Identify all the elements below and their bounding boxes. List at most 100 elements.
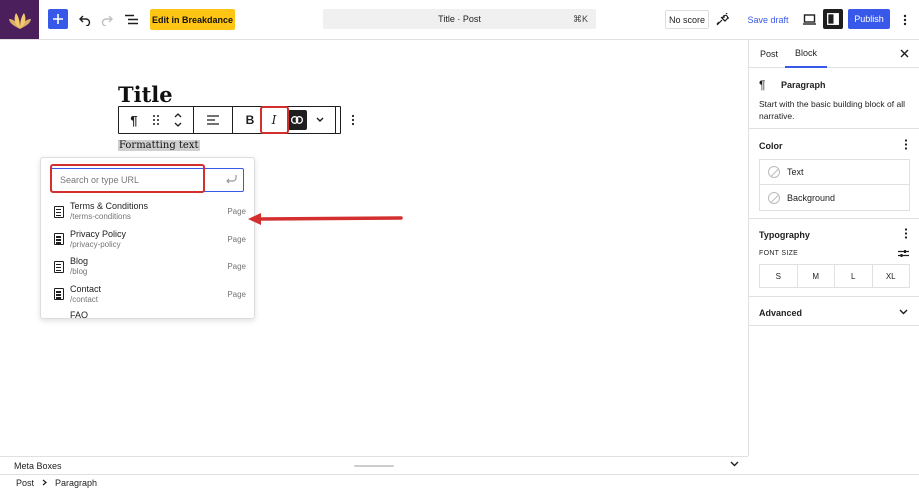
resize-handle[interactable] bbox=[354, 465, 394, 467]
seo-score-badge[interactable]: No score bbox=[665, 10, 709, 29]
block-name: Paragraph bbox=[781, 80, 826, 90]
redo-icon bbox=[101, 15, 113, 26]
link-suggestions: Terms & Conditions /terms-conditions Pag… bbox=[50, 198, 250, 318]
font-size-l[interactable]: L bbox=[835, 265, 873, 287]
options-button[interactable] bbox=[894, 9, 916, 30]
font-size-picker: S M L XL bbox=[759, 264, 910, 288]
custom-font-size-button[interactable] bbox=[898, 247, 909, 261]
page-icon bbox=[54, 288, 64, 301]
submit-link-button[interactable] bbox=[225, 174, 237, 187]
align-button[interactable] bbox=[198, 107, 228, 133]
block-options-button[interactable] bbox=[340, 107, 366, 133]
preview-button[interactable] bbox=[798, 9, 820, 30]
move-up-down-button[interactable] bbox=[167, 107, 189, 133]
suggestion-type: Page bbox=[227, 289, 246, 299]
url-input[interactable] bbox=[51, 169, 243, 191]
add-block-button[interactable] bbox=[48, 9, 68, 29]
meta-boxes-toggle[interactable] bbox=[730, 459, 739, 470]
empty-swatch-icon bbox=[768, 166, 780, 178]
link-suggestion-faq[interactable]: FAQ bbox=[50, 308, 250, 319]
breadcrumb-post[interactable]: Post bbox=[16, 478, 34, 488]
italic-button[interactable]: I bbox=[263, 107, 285, 133]
suggestion-slug: /terms-conditions bbox=[70, 212, 131, 222]
font-size-xl[interactable]: XL bbox=[873, 265, 910, 287]
block-description: Start with the basic building block of a… bbox=[759, 99, 905, 121]
post-title[interactable]: Title bbox=[118, 82, 173, 107]
document-overview-button[interactable] bbox=[120, 9, 142, 30]
editor-canvas: Title ¶ B I Formatting text Search or ty… bbox=[0, 40, 748, 456]
more-vertical-icon bbox=[904, 139, 908, 150]
undo-button[interactable] bbox=[74, 9, 96, 30]
undo-icon bbox=[79, 15, 91, 26]
suggestion-type: Page bbox=[227, 207, 246, 216]
paragraph-block-switcher[interactable]: ¶ bbox=[123, 107, 145, 133]
block-toolbar: ¶ B I bbox=[118, 106, 355, 134]
chevron-down-icon bbox=[730, 461, 739, 467]
link-suggestion-contact[interactable]: Contact /contact Page bbox=[50, 281, 250, 309]
paragraph-block[interactable]: Formatting text bbox=[118, 140, 200, 151]
tab-block[interactable]: Block bbox=[785, 40, 828, 68]
typography-panel-title: Typography bbox=[759, 230, 810, 240]
publish-button[interactable]: Publish bbox=[848, 9, 890, 29]
meta-boxes-label: Meta Boxes bbox=[14, 461, 62, 471]
block-breadcrumb: Post Paragraph bbox=[0, 474, 919, 490]
breadcrumb-paragraph[interactable]: Paragraph bbox=[55, 478, 97, 488]
advanced-panel[interactable]: Advanced bbox=[749, 296, 919, 326]
shortcut-hint: ⌘K bbox=[572, 14, 588, 24]
typography-options-button[interactable] bbox=[904, 228, 908, 242]
settings-sidebar: Post Block ¶ Paragraph Start with the ba… bbox=[748, 40, 919, 456]
color-panel: Color Text Background bbox=[749, 128, 919, 218]
redo-button[interactable] bbox=[96, 9, 118, 30]
drag-handle[interactable] bbox=[145, 107, 167, 133]
editor-header: Edit in Breakdance Title · Post ⌘K No sc… bbox=[0, 0, 919, 40]
align-left-icon bbox=[207, 115, 219, 125]
site-logo[interactable] bbox=[0, 0, 39, 39]
color-options: Text Background bbox=[759, 159, 910, 211]
color-background-option[interactable]: Background bbox=[760, 185, 909, 210]
suggestion-slug: /blog bbox=[70, 267, 88, 277]
bold-button[interactable]: B bbox=[237, 107, 263, 133]
chevron-down-icon bbox=[899, 307, 908, 318]
settings-toggle-button[interactable] bbox=[823, 9, 843, 29]
color-text-option[interactable]: Text bbox=[760, 160, 909, 185]
font-size-label: FONT SIZE bbox=[759, 250, 799, 257]
link-suggestion-privacy[interactable]: Privacy Policy /privacy-policy Page bbox=[50, 226, 250, 254]
empty-swatch-icon bbox=[768, 191, 780, 204]
suggestion-type: Page bbox=[227, 262, 246, 271]
edit-in-breakdance-button[interactable]: Edit in Breakdance bbox=[150, 9, 235, 30]
color-options-button[interactable] bbox=[904, 139, 908, 153]
settings-sliders-icon bbox=[898, 250, 909, 257]
plus-icon bbox=[53, 14, 63, 24]
font-size-m[interactable]: M bbox=[798, 265, 835, 287]
align-group bbox=[194, 107, 233, 133]
command-palette-button[interactable]: Title · Post ⌘K bbox=[323, 9, 596, 29]
paragraph-icon: ¶ bbox=[130, 112, 138, 128]
annotation-arrow-icon bbox=[248, 213, 403, 225]
sidebar-tabs: Post Block bbox=[749, 40, 919, 68]
seo-plugin-button[interactable] bbox=[712, 9, 734, 30]
page-icon bbox=[54, 260, 64, 273]
color-option-label: Background bbox=[787, 192, 836, 203]
font-size-s[interactable]: S bbox=[760, 265, 798, 287]
tab-post[interactable]: Post bbox=[760, 40, 778, 68]
color-option-label: Text bbox=[787, 167, 804, 177]
desktop-icon bbox=[802, 14, 816, 25]
suggestion-title: Terms & Conditions bbox=[70, 201, 149, 212]
close-sidebar-button[interactable] bbox=[900, 47, 909, 61]
suggestion-type: Page bbox=[227, 234, 246, 244]
page-icon bbox=[54, 205, 64, 218]
link-suggestion-blog[interactable]: Blog /blog Page bbox=[50, 253, 250, 281]
close-icon bbox=[900, 49, 909, 58]
link-icon bbox=[291, 116, 303, 124]
advanced-panel-title: Advanced bbox=[759, 308, 803, 318]
save-draft-button[interactable]: Save draft bbox=[746, 9, 790, 30]
color-panel-title: Color bbox=[759, 141, 783, 151]
suggestion-title: Contact bbox=[70, 283, 102, 294]
link-button[interactable] bbox=[287, 110, 307, 130]
sidebar-icon bbox=[827, 13, 839, 25]
more-formats-button[interactable] bbox=[309, 107, 331, 133]
more-vertical-icon bbox=[904, 228, 908, 239]
meta-boxes-bar[interactable]: Meta Boxes bbox=[0, 456, 748, 474]
suggestion-slug: /privacy-policy bbox=[70, 239, 121, 249]
link-suggestion-terms[interactable]: Terms & Conditions /terms-conditions Pag… bbox=[50, 198, 250, 226]
